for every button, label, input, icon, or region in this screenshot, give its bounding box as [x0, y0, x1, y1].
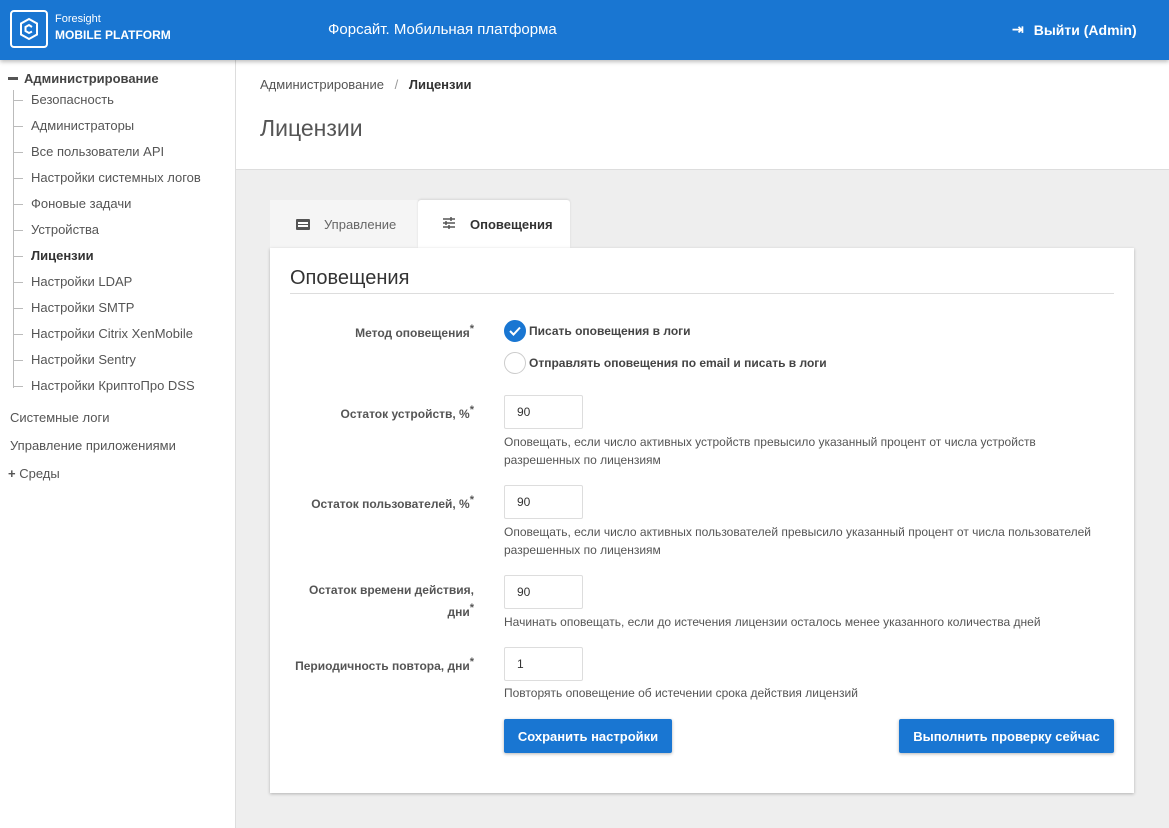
- radio-log-only[interactable]: Писать оповещения в логи: [504, 320, 691, 342]
- time-label: Остаток времени действия, дни*: [309, 583, 474, 619]
- tab-manage[interactable]: Управление: [270, 200, 418, 248]
- logout-label: Выйти (Admin): [1033, 21, 1137, 38]
- sidebar-item-devices[interactable]: Устройства: [12, 222, 99, 237]
- sidebar-item-admins[interactable]: Администраторы: [12, 118, 134, 133]
- method-label: Метод оповещения*: [355, 323, 474, 340]
- sidebar-item-envs[interactable]: + Среды: [8, 466, 60, 481]
- check-now-button[interactable]: Выполнить проверку сейчас: [899, 719, 1114, 753]
- list-icon: [296, 218, 310, 230]
- notifications-panel: Оповещения Метод оповещения* Писать опов…: [270, 248, 1134, 793]
- sidebar-item-security[interactable]: Безопасность: [13, 92, 114, 107]
- sliders-icon: [442, 216, 456, 232]
- app-title: Форсайт. Мобильная платформа: [328, 21, 557, 38]
- expand-icon[interactable]: +: [8, 466, 16, 481]
- save-button[interactable]: Сохранить настройки: [504, 719, 672, 753]
- radio-unchecked-icon: [504, 352, 526, 374]
- page-header: Администрирование / Лицензии Лицензии: [236, 60, 1169, 170]
- sidebar: Администрирование Безопасность Администр…: [0, 60, 236, 828]
- radio-label: Отправлять оповещения по email и писать …: [529, 356, 827, 370]
- breadcrumb-current: Лицензии: [408, 77, 472, 92]
- users-hint: Оповещать, если число активных пользоват…: [504, 525, 1091, 557]
- page-title: Лицензии: [260, 115, 363, 141]
- time-hint: Начинать оповещать, если до истечения ли…: [504, 615, 1041, 629]
- radio-checked-icon: [504, 320, 526, 342]
- radio-email-and-log[interactable]: Отправлять оповещения по email и писать …: [504, 352, 827, 374]
- logo-icon: [10, 10, 48, 48]
- brand-product: MOBILE PLATFORM: [55, 28, 171, 42]
- tab-manage-label: Управление: [324, 216, 397, 232]
- breadcrumb: Администрирование / Лицензии: [260, 77, 471, 92]
- top-bar: Foresight MOBILE PLATFORM Форсайт. Мобил…: [0, 0, 1169, 60]
- users-input[interactable]: [504, 485, 583, 519]
- logout-button[interactable]: ⇥ Выйти (Admin): [1012, 21, 1137, 38]
- repeat-input[interactable]: [504, 647, 583, 681]
- repeat-hint: Повторять оповещение об истечении срока …: [504, 686, 858, 700]
- sidebar-item-ldap[interactable]: Настройки LDAP: [12, 274, 132, 289]
- sidebar-item-cryptopro[interactable]: Настройки КриптоПро DSS: [13, 378, 195, 393]
- breadcrumb-admin[interactable]: Администрирование: [260, 77, 384, 92]
- collapse-icon[interactable]: [8, 77, 18, 80]
- users-label: Остаток пользователей, %*: [311, 494, 474, 511]
- tab-notifications[interactable]: Оповещения: [418, 200, 570, 248]
- brand-name: Foresight: [55, 13, 101, 25]
- sidebar-item-licenses[interactable]: Лицензии: [13, 248, 94, 263]
- breadcrumb-separator: /: [394, 77, 399, 92]
- tab-notifications-label: Оповещения: [470, 216, 553, 232]
- devices-label: Остаток устройств, %*: [340, 404, 474, 421]
- envs-label: Среды: [19, 466, 60, 481]
- sidebar-item-log-settings[interactable]: Настройки системных логов: [13, 170, 201, 185]
- sidebar-item-sentry[interactable]: Настройки Sentry: [13, 352, 136, 367]
- devices-input[interactable]: [504, 395, 583, 429]
- sidebar-item-citrix[interactable]: Настройки Citrix XenMobile: [13, 326, 193, 341]
- sidebar-item-admin[interactable]: Администрирование: [8, 71, 159, 86]
- sidebar-item-smtp[interactable]: Настройки SMTP: [12, 300, 134, 315]
- logout-icon: ⇥: [1012, 21, 1024, 37]
- sidebar-root-label: Администрирование: [24, 71, 159, 86]
- sidebar-item-background-tasks[interactable]: Фоновые задачи: [12, 196, 131, 211]
- section-title: Оповещения: [290, 267, 410, 289]
- tree-line: [13, 90, 14, 388]
- divider: [290, 293, 1114, 294]
- sidebar-item-api-users[interactable]: Все пользователи API: [12, 144, 164, 159]
- time-input[interactable]: [504, 575, 583, 609]
- sidebar-item-system-logs[interactable]: Системные логи: [10, 410, 109, 425]
- repeat-label: Периодичность повтора, дни*: [295, 656, 474, 673]
- sidebar-item-apps[interactable]: Управление приложениями: [10, 438, 176, 453]
- radio-label: Писать оповещения в логи: [529, 324, 691, 338]
- devices-hint: Оповещать, если число активных устройств…: [504, 435, 1036, 467]
